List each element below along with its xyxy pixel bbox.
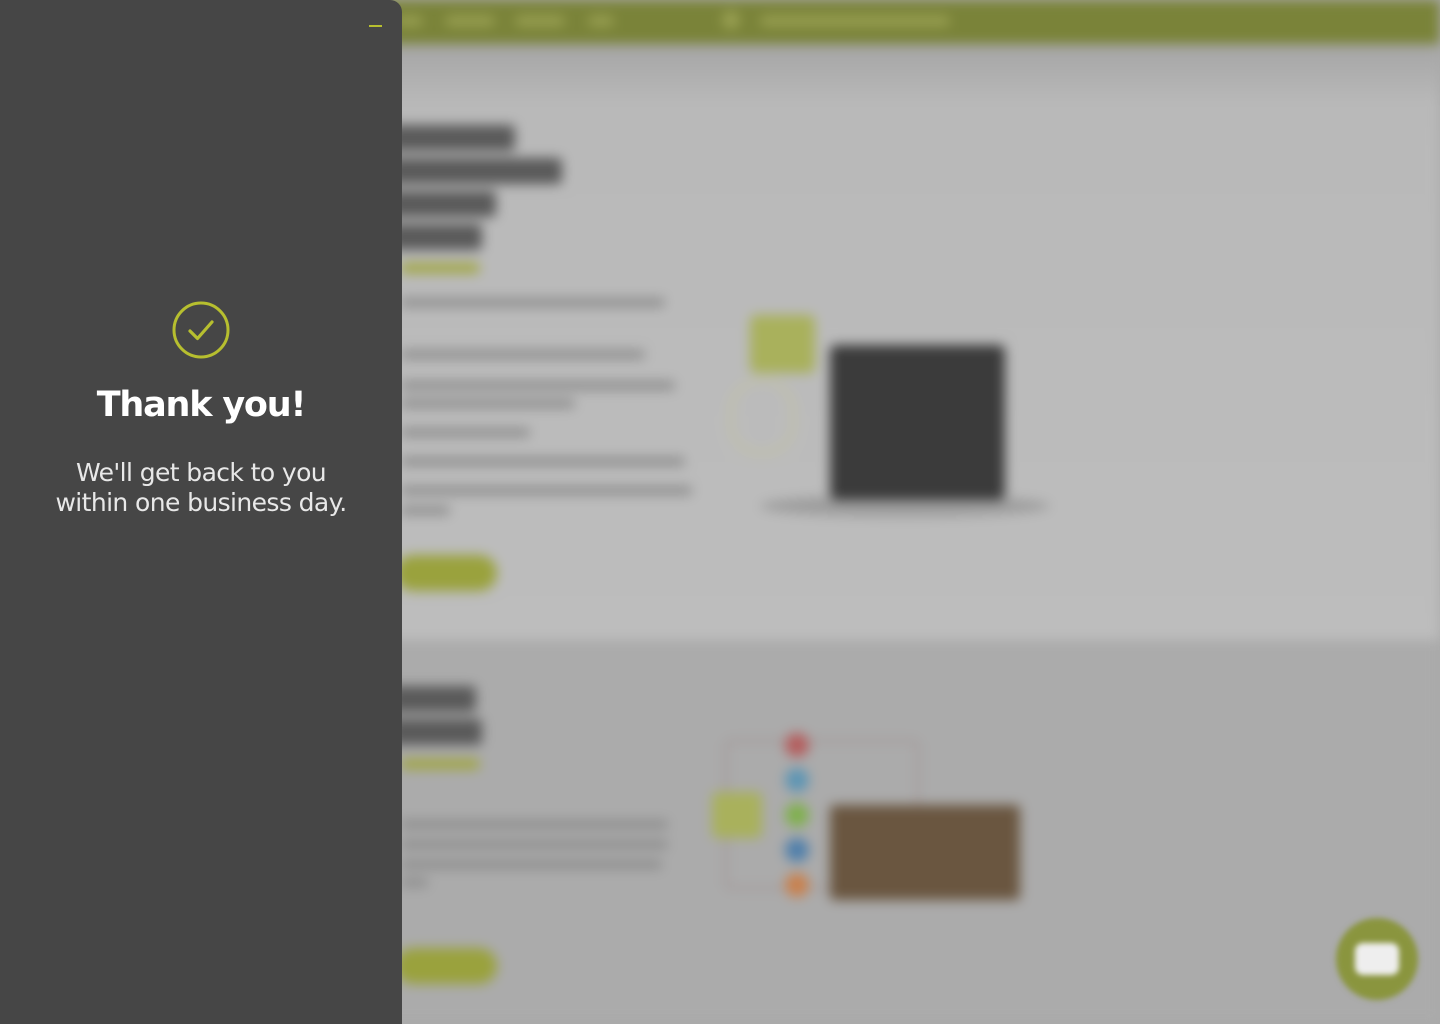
text-line-blur	[400, 506, 450, 515]
accent-blur	[400, 759, 480, 769]
chat-bubble-icon	[1355, 943, 1399, 975]
diagram-dot-blur	[785, 733, 809, 757]
accent-blur	[400, 263, 480, 273]
text-line-blur	[400, 399, 575, 408]
server-illustration-blur	[830, 345, 1005, 500]
diagram-dot-blur	[785, 873, 809, 897]
text-line-blur	[400, 840, 668, 849]
text-line-blur	[400, 878, 428, 887]
heading-blur	[390, 191, 496, 217]
nav-item-blur	[588, 16, 614, 26]
tag-illustration-blur	[750, 315, 815, 373]
heading-blur	[390, 125, 515, 151]
heading-blur	[390, 224, 482, 250]
thank-you-message: We'll get back to you within one busines…	[20, 458, 382, 518]
confirmation-panel: Thank you! We'll get back to you within …	[0, 0, 402, 1024]
diagram-line-blur	[730, 380, 794, 454]
text-line-blur	[400, 428, 530, 437]
text-line-blur	[400, 820, 668, 829]
search-icon	[722, 11, 740, 29]
thank-you-message-line: within one business day.	[55, 488, 347, 517]
text-line-blur	[400, 860, 662, 869]
text-line-blur	[400, 381, 675, 390]
cta-button-blur	[395, 555, 497, 591]
text-line-blur	[400, 486, 692, 495]
search-field-blur	[760, 16, 950, 26]
diagram-dot-blur	[785, 803, 809, 827]
cta-button-blur	[395, 948, 497, 984]
text-line-blur	[400, 457, 685, 466]
page: Thank you! We'll get back to you within …	[0, 0, 1440, 1024]
minimize-button[interactable]	[360, 14, 390, 38]
minimize-icon	[369, 25, 382, 27]
nav-item-blur	[445, 16, 495, 26]
diagram-dot-blur	[785, 838, 809, 862]
building-illustration-blur	[830, 805, 1020, 900]
text-line-blur	[400, 350, 645, 359]
thank-you-title: Thank you!	[96, 385, 307, 425]
nav-item-blur	[515, 16, 565, 26]
heading-blur	[390, 686, 476, 712]
text-line-blur	[400, 298, 665, 307]
thank-you-message-line: We'll get back to you	[75, 458, 327, 487]
chat-launcher-button[interactable]	[1336, 918, 1418, 1000]
heading-blur	[390, 719, 482, 745]
tag-illustration-blur	[712, 792, 762, 838]
diagram-dot-blur	[785, 768, 809, 792]
check-circle-icon	[172, 301, 230, 359]
heading-blur	[390, 158, 562, 184]
